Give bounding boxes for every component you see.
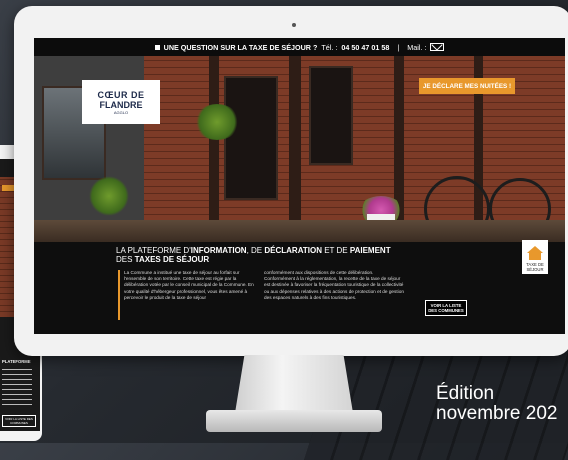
imac-screen: UNE QUESTION SUR LA TAXE DE SÉJOUR ? Tél… xyxy=(34,38,565,334)
title-part: PAIEMENT xyxy=(349,246,391,255)
edition-line1: Édition xyxy=(436,383,495,404)
mail-icon[interactable] xyxy=(430,43,445,51)
imac-stand xyxy=(235,355,353,413)
edition-line2: novembre 202 xyxy=(436,403,558,424)
separator: | xyxy=(397,42,400,52)
camera-icon xyxy=(292,23,296,27)
title-part: TAXES DE SÉJOUR xyxy=(134,255,210,264)
hanging-basket xyxy=(194,104,240,140)
title-part: DES xyxy=(116,255,135,264)
declare-nights-button[interactable]: JE DÉCLARE MES NUITÉES ! xyxy=(419,78,515,94)
wood-beam xyxy=(209,56,219,242)
taxe-sejour-badge[interactable]: TAXE DE SÉJOUR xyxy=(522,240,548,274)
tel-label: Tél. : xyxy=(321,42,338,52)
mail-label: Mail. : xyxy=(407,42,427,52)
logo-line1: CŒUR DE xyxy=(97,89,145,100)
imac-device: UNE QUESTION SUR LA TAXE DE SÉJOUR ? Tél… xyxy=(14,6,568,356)
page-title: LA PLATEFORME D'INFORMATION, DE DÉCLARAT… xyxy=(116,246,446,264)
dark-window xyxy=(224,76,278,200)
list-communes-button[interactable]: VOIR LA LISTE DES COMMUNES xyxy=(425,300,467,316)
wood-beam xyxy=(289,56,301,242)
intro-text-right: conformément aux dispositions de cette d… xyxy=(264,270,404,300)
title-part: , DE xyxy=(246,246,265,255)
intro-text-left: La Commune a institué une taxe de séjour… xyxy=(124,270,254,300)
question-text: UNE QUESTION SUR LA TAXE DE SÉJOUR ? xyxy=(163,42,318,52)
accent-bar xyxy=(118,270,120,320)
phone-body-text xyxy=(2,369,32,409)
top-contact-bar: UNE QUESTION SUR LA TAXE DE SÉJOUR ? Tél… xyxy=(34,38,565,56)
house-body xyxy=(529,253,541,260)
imac-stand-base xyxy=(206,410,382,432)
logo-line3: AGGLO xyxy=(113,109,129,115)
house-icon xyxy=(527,246,543,253)
brand-logo[interactable]: CŒUR DE FLANDRE AGGLO xyxy=(82,80,160,124)
edition-label: Édition novembre 202 xyxy=(436,384,557,424)
bullet-square-icon xyxy=(154,44,160,50)
title-part: ET DE xyxy=(321,246,350,255)
phone-number[interactable]: 04 50 47 01 58 xyxy=(341,43,389,52)
dark-window xyxy=(309,66,353,165)
title-part: DÉCLARATION xyxy=(264,246,322,255)
hero-image: CŒUR DE FLANDRE AGGLO JE DÉCLARE MES NUI… xyxy=(34,56,565,242)
logo-line2: FLANDRE xyxy=(99,99,143,110)
title-part: INFORMATION xyxy=(190,246,247,255)
phone-heading: PLATEFORME xyxy=(2,359,31,364)
badge-line2: SÉJOUR xyxy=(526,267,544,272)
info-panel: LA PLATEFORME D'INFORMATION, DE DÉCLARAT… xyxy=(34,242,565,334)
pavement xyxy=(34,220,565,242)
title-part: LA PLATEFORME D' xyxy=(116,246,191,255)
courtyard-plants xyxy=(89,176,129,216)
phone-list-button[interactable]: VOIR LA LISTE DES COMMUNES xyxy=(2,415,36,427)
